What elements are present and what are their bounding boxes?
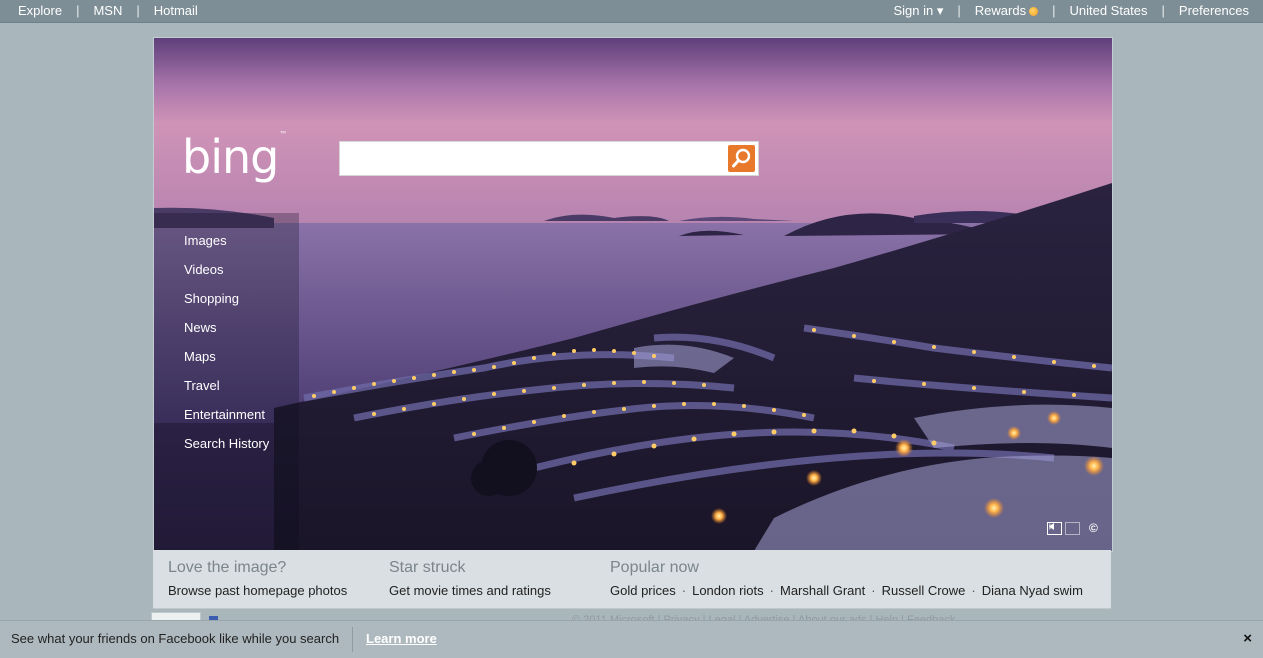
divider: | bbox=[136, 3, 140, 18]
info-strip: Love the image? Browse past homepage pho… bbox=[153, 550, 1111, 609]
rewards-label: Rewards bbox=[974, 3, 1027, 18]
divider: | bbox=[957, 3, 961, 18]
region-link[interactable]: United States bbox=[1069, 3, 1147, 19]
hero-image: bing™ Images Videos Shopping News Maps T… bbox=[153, 37, 1113, 552]
popular-now-heading: Popular now bbox=[610, 559, 699, 576]
love-image-section: Love the image? Browse past homepage pho… bbox=[168, 559, 347, 598]
explore-link[interactable]: Explore bbox=[18, 3, 62, 18]
nav-entertainment[interactable]: Entertainment bbox=[184, 407, 269, 436]
search-input[interactable] bbox=[342, 144, 726, 173]
sign-in-link[interactable]: Sign in ▾ bbox=[894, 3, 944, 19]
facebook-bar: See what your friends on Facebook like w… bbox=[0, 620, 1263, 658]
logo-text: bing bbox=[182, 130, 279, 184]
dot-separator: · bbox=[681, 583, 687, 598]
popular-item[interactable]: Gold prices bbox=[610, 583, 676, 598]
nav-travel[interactable]: Travel bbox=[184, 378, 269, 407]
dot-separator: · bbox=[871, 583, 876, 598]
msn-link[interactable]: MSN bbox=[93, 3, 122, 18]
nav-links: Images Videos Shopping News Maps Travel … bbox=[184, 233, 269, 465]
learn-more-link[interactable]: Learn more bbox=[366, 631, 437, 646]
image-copyright-icon[interactable]: © bbox=[1089, 522, 1098, 535]
star-struck-section: Star struck Get movie times and ratings bbox=[389, 559, 551, 598]
browse-photos-link[interactable]: Browse past homepage photos bbox=[168, 583, 347, 598]
hero-controls: © bbox=[1047, 522, 1098, 535]
nav-images[interactable]: Images bbox=[184, 233, 269, 262]
facebook-message: See what your friends on Facebook like w… bbox=[11, 631, 340, 646]
dot-separator: · bbox=[769, 583, 774, 598]
rewards-link[interactable]: Rewards bbox=[974, 3, 1039, 19]
close-icon[interactable]: × bbox=[1243, 630, 1252, 647]
bing-logo[interactable]: bing™ bbox=[182, 130, 287, 184]
star-struck-heading: Star struck bbox=[389, 559, 466, 576]
top-bar: Explore | MSN | Hotmail Sign in ▾ | Rewa… bbox=[0, 0, 1263, 23]
logo-tm: ™ bbox=[279, 130, 287, 139]
popular-item[interactable]: Russell Crowe bbox=[882, 583, 966, 598]
popular-now-list: Gold prices · London riots · Marshall Grant ·… bbox=[610, 583, 1083, 598]
top-bar-left: Explore | MSN | Hotmail bbox=[18, 3, 198, 18]
preferences-link[interactable]: Preferences bbox=[1179, 3, 1249, 19]
divider: | bbox=[76, 3, 80, 18]
arrow-right-icon bbox=[1049, 523, 1054, 530]
nav-maps[interactable]: Maps bbox=[184, 349, 269, 378]
rewards-icon bbox=[1029, 7, 1039, 16]
popular-now-section: Popular now Gold prices · London riots · Mar… bbox=[610, 559, 1083, 598]
search-icon bbox=[732, 148, 751, 168]
top-bar-right: Sign in ▾ | Rewards | United States | Pr… bbox=[894, 3, 1250, 19]
nav-news[interactable]: News bbox=[184, 320, 269, 349]
dot-separator: · bbox=[971, 583, 976, 598]
search-button[interactable] bbox=[728, 145, 755, 172]
nav-search-history[interactable]: Search History bbox=[184, 436, 269, 465]
divider bbox=[352, 627, 353, 652]
divider: | bbox=[1052, 3, 1056, 18]
nav-shopping[interactable]: Shopping bbox=[184, 291, 269, 320]
divider: | bbox=[1161, 3, 1165, 18]
search-box bbox=[339, 141, 759, 176]
hotmail-link[interactable]: Hotmail bbox=[154, 3, 198, 18]
popular-item[interactable]: London riots bbox=[692, 583, 764, 598]
love-image-heading: Love the image? bbox=[168, 559, 287, 576]
popular-item[interactable]: Marshall Grant bbox=[780, 583, 865, 598]
next-image-button[interactable] bbox=[1049, 522, 1080, 535]
movie-times-link[interactable]: Get movie times and ratings bbox=[389, 583, 551, 598]
popular-item[interactable]: Diana Nyad swim bbox=[982, 583, 1083, 598]
nav-videos[interactable]: Videos bbox=[184, 262, 269, 291]
